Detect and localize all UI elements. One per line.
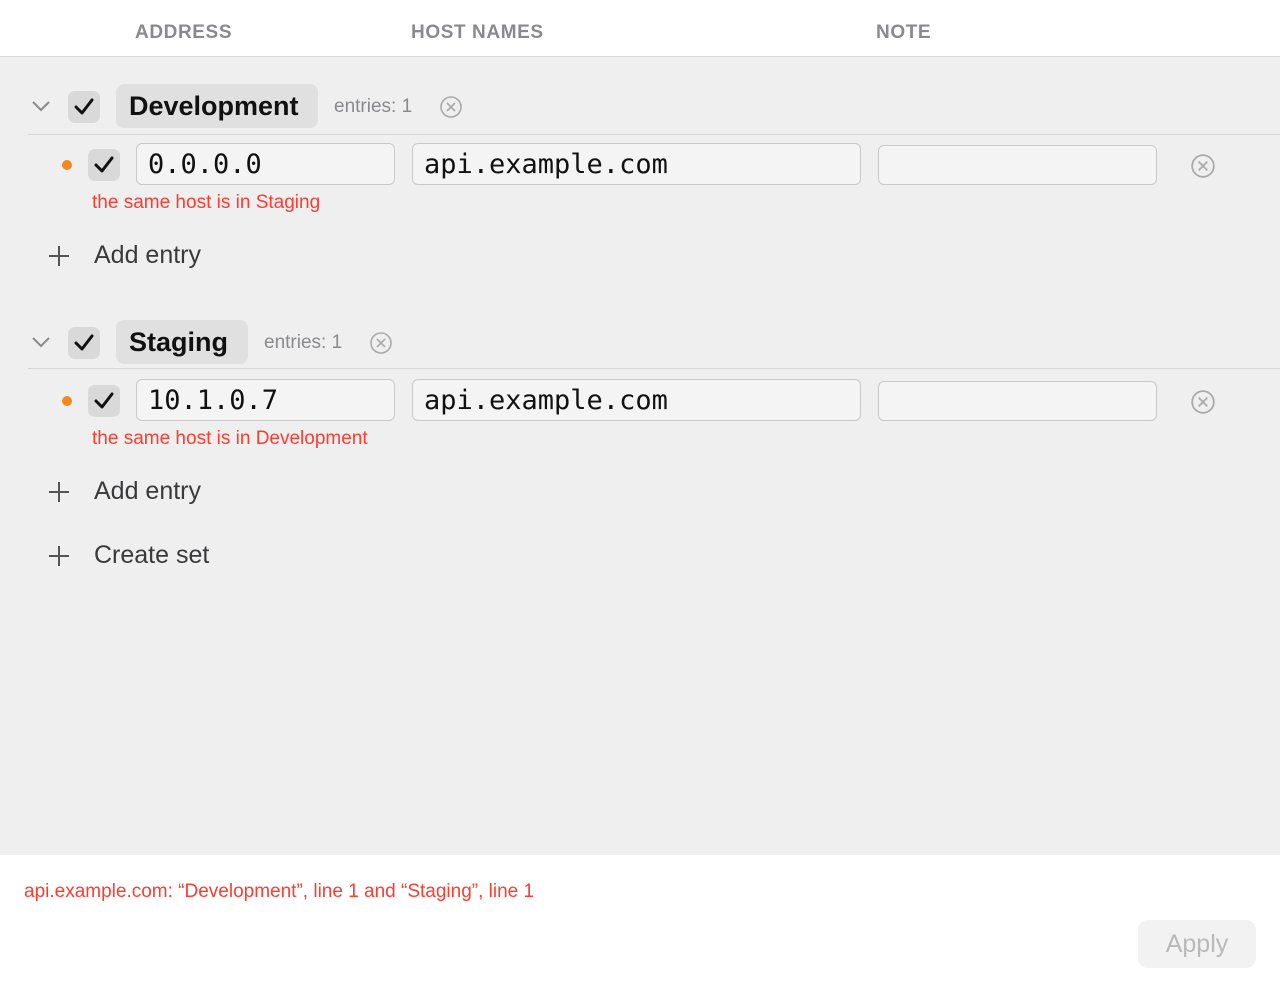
remove-entry-icon[interactable] [1190,153,1216,179]
entries-count: entries: 1 [264,332,343,353]
footer: api.example.com: “Development”, line 1 a… [0,855,1280,992]
plus-icon [49,245,69,266]
set-name[interactable]: Development [116,84,318,128]
set-checkbox[interactable] [68,91,100,123]
create-set-button[interactable]: Create set [46,541,209,570]
checkmark-icon [94,156,114,173]
set-checkbox[interactable] [68,327,100,359]
sets-list: Development entries: 1 0.0.0.0 api.examp… [0,57,1280,855]
set-divider [28,368,1280,369]
plus-icon [49,481,69,502]
add-entry-button[interactable]: Add entry [46,241,201,270]
entries-count: entries: 1 [334,96,413,117]
note-field[interactable] [878,145,1157,185]
column-host-names: HOST NAMES [411,22,544,43]
chevron-down-icon[interactable] [30,95,52,117]
warning-dot [62,160,72,170]
host-names-field[interactable]: api.example.com [412,143,861,185]
column-note: NOTE [876,22,932,43]
checkmark-icon [74,98,94,115]
circle-x-icon[interactable] [439,95,463,119]
conflict-error: api.example.com: “Development”, line 1 a… [24,881,535,902]
set-name[interactable]: Staging [116,320,248,364]
entry-error: the same host is in Staging [92,192,321,213]
add-entry-label: Add entry [94,241,202,269]
warning-dot [62,396,72,406]
entry-error: the same host is in Development [92,428,368,449]
entry-checkbox[interactable] [88,385,120,417]
set-divider [28,134,1280,135]
host-names-field[interactable]: api.example.com [412,379,861,421]
chevron-down-icon[interactable] [30,331,52,353]
column-header: ADDRESS HOST NAMES NOTE [0,0,1280,57]
plus-icon [49,545,69,566]
create-set-label: Create set [94,541,210,569]
column-address: ADDRESS [135,22,233,43]
apply-button[interactable]: Apply [1138,920,1256,968]
add-entry-label: Add entry [94,477,202,505]
remove-entry-icon[interactable] [1190,389,1216,415]
note-field[interactable] [878,381,1157,421]
checkmark-icon [94,392,114,409]
add-entry-button[interactable]: Add entry [46,477,201,506]
checkmark-icon [74,334,94,351]
entry-checkbox[interactable] [88,149,120,181]
address-field[interactable]: 0.0.0.0 [136,143,395,185]
circle-x-icon[interactable] [369,331,393,355]
address-field[interactable]: 10.1.0.7 [136,379,395,421]
